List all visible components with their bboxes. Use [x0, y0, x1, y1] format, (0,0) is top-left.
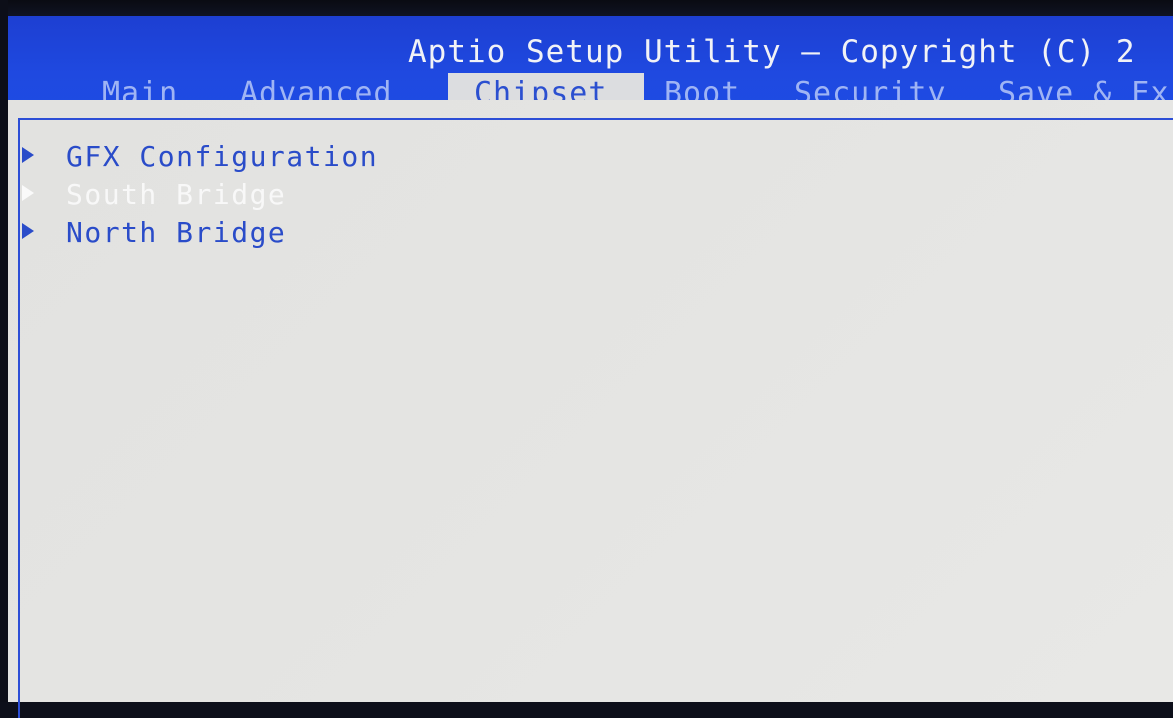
submenu-arrow-icon	[22, 185, 34, 201]
chipset-menu: GFX Configuration South Bridge North Bri…	[22, 138, 378, 252]
screen-bezel-left	[0, 0, 8, 702]
menu-item-south-bridge[interactable]: South Bridge	[22, 176, 378, 214]
menu-item-label: South Bridge	[66, 178, 287, 211]
menu-item-label: North Bridge	[66, 216, 287, 249]
menu-item-gfx-configuration[interactable]: GFX Configuration	[22, 138, 378, 176]
menu-item-north-bridge[interactable]: North Bridge	[22, 214, 378, 252]
menu-item-label: GFX Configuration	[66, 140, 379, 173]
chipset-panel: GFX Configuration South Bridge North Bri…	[8, 100, 1173, 718]
submenu-arrow-icon	[22, 223, 34, 239]
bios-title: Aptio Setup Utility – Copyright (C) 2	[408, 34, 1136, 70]
submenu-arrow-icon	[22, 147, 34, 163]
